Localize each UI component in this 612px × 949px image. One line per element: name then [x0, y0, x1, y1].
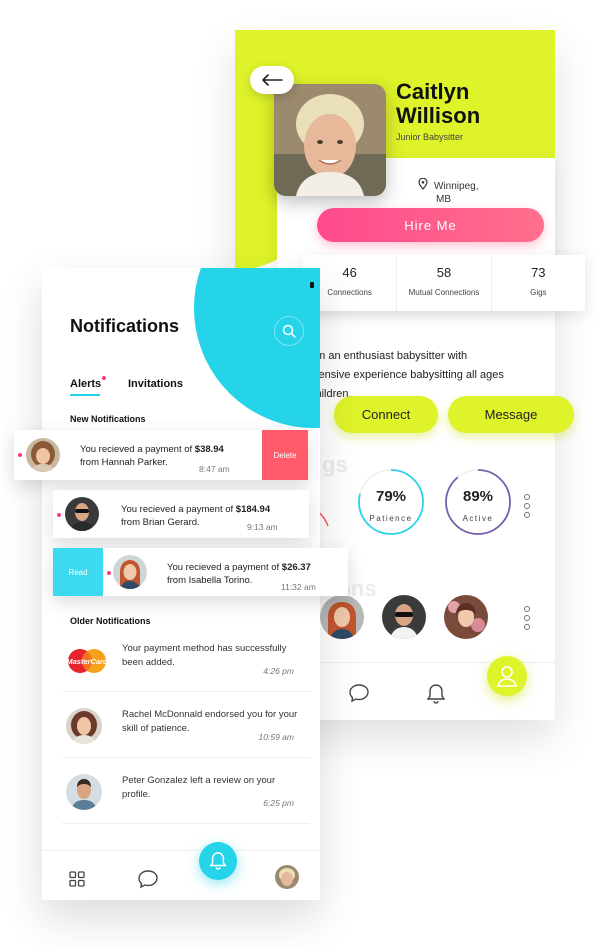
notification-time: 6:25 pm [263, 798, 294, 808]
composition: Caitlyn Willison Junior Babysitter Winni… [0, 0, 612, 949]
more-skills-icon[interactable] [524, 494, 530, 518]
stat-label: Gigs [530, 288, 547, 297]
payment-amount: $38.94 [194, 444, 224, 455]
notification-card[interactable]: You recieved a payment of $38.94 from Ha… [14, 430, 308, 480]
unread-dot [57, 513, 61, 517]
chat-icon[interactable] [137, 869, 159, 889]
stat-value: 73 [531, 265, 546, 280]
notification-time: 8:47 am [199, 464, 230, 474]
older-notifications-header: Older Notifications [70, 616, 151, 626]
more-connections-icon[interactable] [524, 606, 530, 630]
notification-sender: from Brian Gerard. [121, 517, 200, 528]
back-button[interactable] [250, 66, 294, 94]
skill-ring-patience: 79% Patience [357, 468, 425, 536]
notification-sender: from Hannah Parker. [80, 457, 168, 468]
profile-stats: 46 Connections 58 Mutual Connections 73 … [303, 255, 585, 311]
bell-icon [209, 852, 227, 870]
location-city: Winnipeg, [434, 181, 479, 192]
stat-gigs[interactable]: 73 Gigs [492, 255, 585, 311]
page-title: Notifications [70, 316, 180, 336]
notification-text: You recieved a payment of [80, 444, 193, 455]
about-line: xtensive experience babysitting all ages [310, 369, 504, 381]
notification-text: You recieved a payment of [167, 562, 280, 573]
stat-label: Mutual Connections [408, 288, 480, 297]
notifications-tab-button[interactable] [199, 842, 237, 880]
search-button[interactable] [274, 316, 304, 346]
ring-value: 89% [462, 488, 494, 505]
location-province: MB [436, 194, 451, 205]
notification-text: You recieved a payment of [121, 504, 234, 515]
arrow-left-icon [262, 74, 283, 86]
avatar [66, 774, 102, 810]
location-pin-icon [418, 178, 428, 190]
avatar[interactable] [275, 865, 299, 889]
avatar [26, 438, 60, 472]
list-item[interactable]: MasterCard Your payment method has succe… [62, 626, 310, 692]
notifications-bottom-nav [42, 850, 320, 900]
bell-icon[interactable] [426, 683, 446, 705]
connection-avatar[interactable] [444, 595, 488, 639]
ring-value: 79% [375, 488, 407, 505]
notification-time: 11:32 am [281, 582, 316, 592]
avatar [65, 497, 99, 531]
stat-value: 58 [436, 265, 452, 280]
last-name: Willison [396, 103, 481, 128]
connect-button[interactable]: Connect [334, 396, 438, 433]
payment-amount: $184.94 [235, 504, 271, 515]
user-icon [497, 666, 517, 687]
profile-location: Winnipeg, MB [434, 180, 478, 206]
avatar [113, 555, 147, 589]
first-name: Caitlyn [396, 79, 470, 104]
tab-alerts[interactable]: Alerts [70, 378, 101, 390]
mastercard-icon: MasterCard [66, 648, 108, 684]
unread-dot [107, 571, 111, 575]
notification-card[interactable]: Read You recieved a payment of $26.37 fr… [53, 548, 348, 596]
connection-avatar[interactable] [320, 595, 364, 639]
tab-invitations[interactable]: Invitations [128, 378, 183, 390]
notification-card[interactable]: You recieved a payment of $184.94 from B… [53, 490, 309, 538]
ring-label: Patience [369, 514, 413, 523]
profile-name: Caitlyn Willison [396, 80, 480, 128]
mastercard-text: MasterCard [66, 657, 108, 666]
profile-tab-button[interactable] [487, 656, 527, 696]
avatar [66, 708, 102, 744]
skill-ring-active: 89% Active [444, 468, 512, 536]
new-notifications-header: New Notifications [70, 414, 146, 424]
header-circle-bg [194, 268, 320, 428]
profile-role: Junior Babysitter [396, 132, 464, 142]
notification-time: 4:26 pm [263, 666, 294, 676]
notification-time: 9:13 am [247, 522, 278, 532]
search-icon [282, 324, 296, 338]
status-indicator [310, 282, 314, 288]
about-line: am an enthusiast babysitter with [310, 350, 468, 362]
active-tab-indicator [70, 394, 100, 396]
unread-dot [18, 453, 22, 457]
list-item[interactable]: Peter Gonzalez left a review on your pro… [62, 758, 310, 824]
profile-photo [274, 84, 386, 196]
list-item[interactable]: Rachel McDonnald endorsed you for your s… [62, 692, 310, 758]
hire-me-button[interactable]: Hire Me [317, 208, 544, 242]
payment-amount: $26.37 [281, 562, 311, 573]
grid-icon[interactable] [69, 871, 85, 887]
delete-button[interactable]: Delete [262, 430, 308, 480]
message-button[interactable]: Message [448, 396, 574, 433]
ring-label: Active [462, 514, 494, 523]
notification-sender: from Isabella Torino. [167, 575, 253, 586]
connection-avatar[interactable] [382, 595, 426, 639]
notification-time: 10:59 am [258, 732, 294, 742]
mark-read-button[interactable]: Read [53, 548, 103, 596]
stat-mutual-connections[interactable]: 58 Mutual Connections [397, 255, 492, 311]
unread-dot [102, 376, 106, 380]
chat-icon[interactable] [348, 683, 370, 703]
